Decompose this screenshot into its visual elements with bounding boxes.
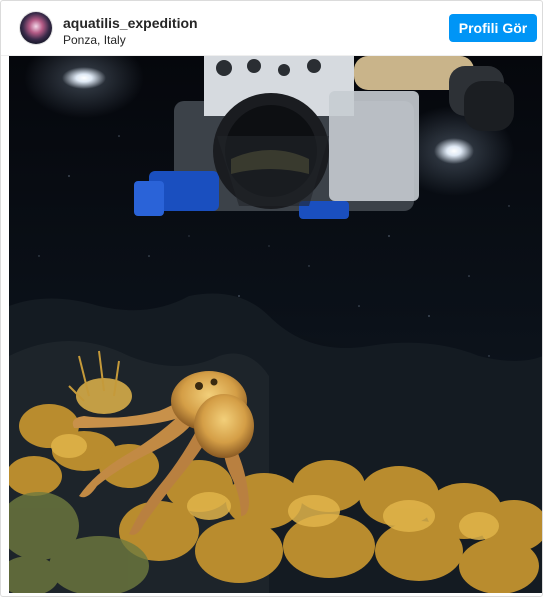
post-header: aquatilis_expedition Ponza, Italy Profil…	[1, 1, 542, 56]
avatar[interactable]	[20, 12, 52, 44]
instagram-embed-card: aquatilis_expedition Ponza, Italy Profil…	[0, 0, 543, 597]
post-photo[interactable]	[9, 56, 542, 593]
username-link[interactable]: aquatilis_expedition	[63, 15, 198, 31]
location-link[interactable]: Ponza, Italy	[63, 33, 126, 47]
view-profile-button[interactable]: Profili Gör	[449, 14, 537, 42]
underwater-octopus-photo	[9, 56, 542, 593]
